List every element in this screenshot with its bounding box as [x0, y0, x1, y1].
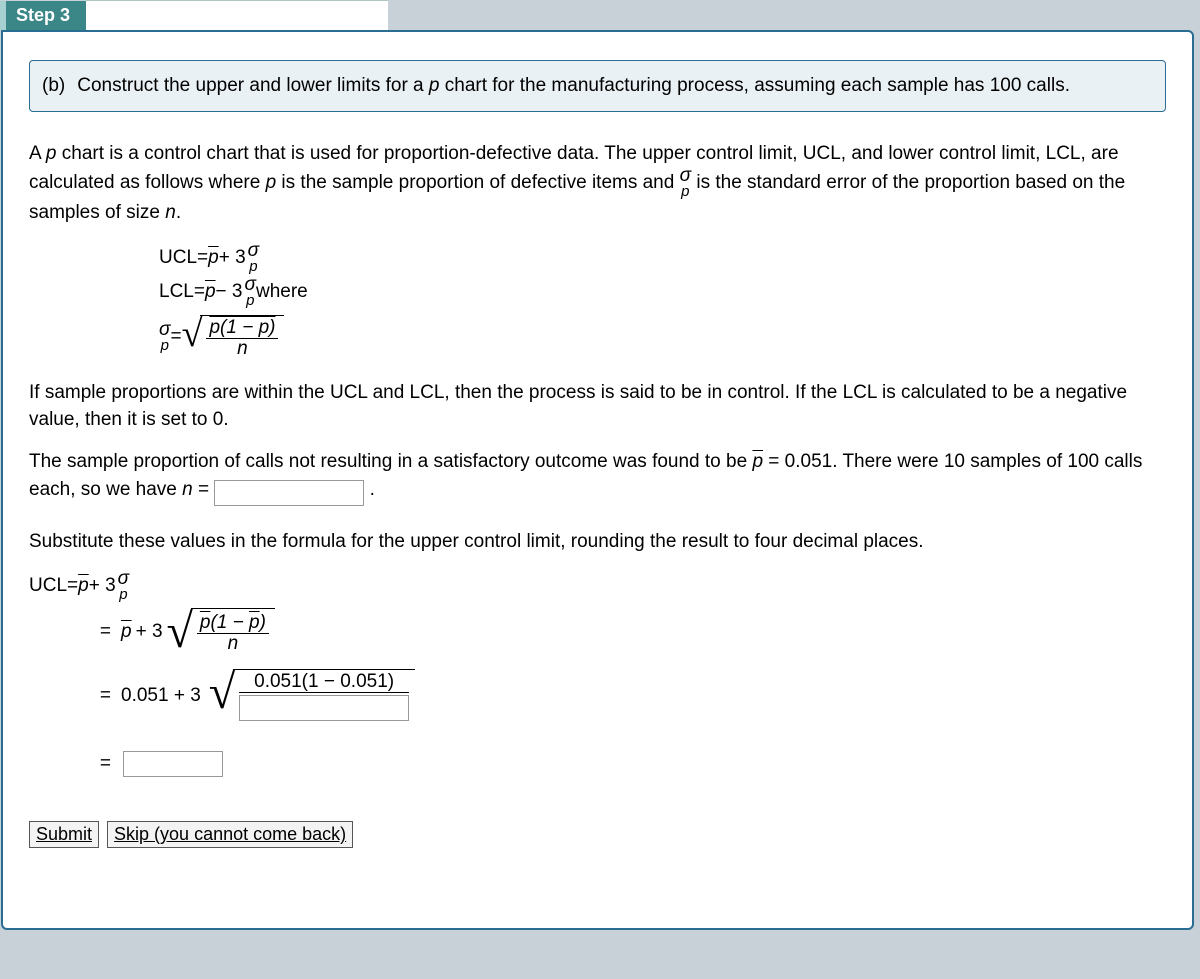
n-input[interactable] — [214, 480, 364, 506]
step-tab: Step 3 — [0, 1, 86, 30]
substitute-paragraph: Substitute these values in the formula f… — [29, 528, 1166, 556]
radical-icon: √ — [182, 315, 203, 359]
submit-button[interactable]: Submit — [29, 821, 99, 848]
ucl-result-input[interactable] — [123, 751, 223, 777]
sigma-formula: σ p = √ p(1 − p) n — [159, 315, 1166, 359]
radical-icon: √ — [209, 669, 235, 723]
question-box: (b) Construct the upper and lower limits… — [29, 60, 1166, 112]
values-paragraph: The sample proportion of calls not resul… — [29, 448, 1166, 506]
intro-paragraph: A p chart is a control chart that is use… — [29, 140, 1166, 227]
content-panel: (b) Construct the upper and lower limits… — [1, 30, 1194, 930]
denominator-input[interactable] — [239, 695, 409, 721]
question-label: (b) — [42, 73, 65, 99]
calc-line-2: = p + 3 √ p(1 − p) n — [89, 605, 1166, 659]
ucl-formula: UCL = p + 3 σ p — [159, 241, 1166, 275]
formula-block: UCL = p + 3 σ p LCL = p − 3 — [159, 241, 1166, 359]
explanation-body: A p chart is a control chart that is use… — [29, 140, 1166, 848]
question-text: Construct the upper and lower limits for… — [77, 73, 1153, 99]
sigma-pbar-symbol: σ p — [680, 167, 691, 199]
tab-tail — [86, 0, 388, 30]
calc-line-3: = 0.051 + 3 √ 0.051(1 − 0.051) — [89, 669, 1166, 723]
skip-button[interactable]: Skip (you cannot come back) — [107, 821, 353, 848]
action-bar: Submit Skip (you cannot come back) — [29, 821, 1166, 848]
lcl-formula: LCL = p − 3 σ p where — [159, 275, 1166, 309]
step-label: Step 3 — [16, 5, 70, 25]
calc-line-4: = — [89, 737, 1166, 791]
ucl-calculation: UCL = p + 3 σ p = p + 3 — [29, 569, 1166, 791]
radical-icon: √ — [167, 608, 193, 656]
in-control-paragraph: If sample proportions are within the UCL… — [29, 379, 1166, 434]
